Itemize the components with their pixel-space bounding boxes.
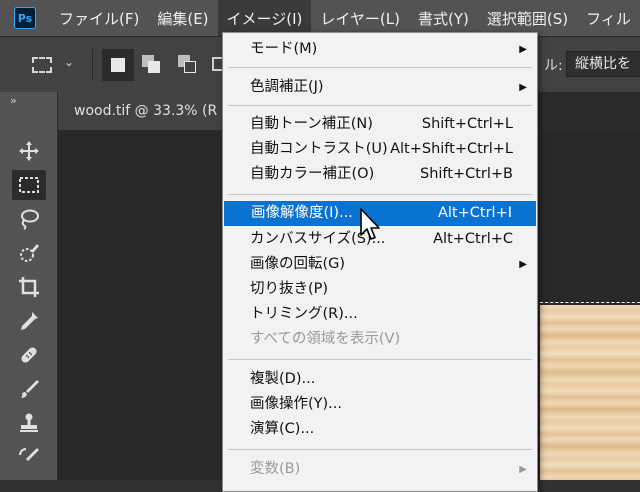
crop-tool-icon[interactable] xyxy=(12,272,46,302)
menu-item-label: 自動トーン補正(N) xyxy=(250,116,373,132)
chevron-down-icon[interactable]: ⌄ xyxy=(64,55,74,69)
menu-item-label: トリミング(R)... xyxy=(250,306,358,322)
brush-tool-icon[interactable] xyxy=(12,374,46,404)
menu-item-auto-color[interactable]: 自動カラー補正(O) Shift+Ctrl+B xyxy=(223,162,537,187)
menu-item-shortcut: Shift+Ctrl+B xyxy=(419,166,513,182)
menu-item-label: 自動カラー補正(O) xyxy=(250,166,375,182)
divider xyxy=(92,49,93,81)
quick-selection-tool-icon[interactable] xyxy=(12,238,46,268)
menu-item-label: 変数(B) xyxy=(250,461,301,477)
menu-item-label: 色調補正(J) xyxy=(250,79,324,95)
menu-separator xyxy=(228,105,532,106)
lasso-tool-icon[interactable] xyxy=(12,204,46,234)
subtract-from-selection-button[interactable] xyxy=(178,55,198,75)
menu-item-trim[interactable]: トリミング(R)... xyxy=(223,302,537,327)
submenu-arrow-icon: ▶ xyxy=(519,82,527,93)
image-menu-dropdown: モード(M) ▶ 色調補正(J) ▶ 自動トーン補正(N) Shift+Ctrl… xyxy=(222,32,538,492)
menu-item-label: 画像の回転(G) xyxy=(250,256,346,272)
menu-item-auto-contrast[interactable]: 自動コントラスト(U) Alt+Shift+Ctrl+L xyxy=(223,137,537,162)
menu-item-label: モード(M) xyxy=(250,41,318,57)
menu-item-label: 切り抜き(P) xyxy=(250,281,329,297)
clone-stamp-tool-icon[interactable] xyxy=(12,408,46,438)
healing-brush-tool-icon[interactable] xyxy=(12,340,46,370)
menu-item-label: 複製(D)... xyxy=(250,371,316,387)
tools-panel: ›› xyxy=(0,92,58,480)
move-tool-icon[interactable] xyxy=(12,136,46,166)
menu-item-label: 演算(C)... xyxy=(250,421,315,437)
menu-item-reveal-all: すべての領域を表示(V) xyxy=(223,327,537,352)
style-select[interactable]: 縦横比を xyxy=(566,51,640,77)
menu-item-crop[interactable]: 切り抜き(P) xyxy=(223,277,537,302)
submenu-arrow-icon: ▶ xyxy=(519,44,527,55)
rectangular-marquee-tool-icon[interactable] xyxy=(12,170,46,200)
menu-separator xyxy=(228,359,532,360)
menu-filter[interactable]: フィル xyxy=(577,0,640,36)
menu-edit[interactable]: 編集(E) xyxy=(148,0,217,36)
menu-item-calculations[interactable]: 演算(C)... xyxy=(223,417,537,442)
wood-image[interactable] xyxy=(540,305,640,480)
style-label: ル: xyxy=(544,58,563,74)
menu-item-label: 自動コントラスト(U) xyxy=(250,141,388,157)
menu-item-duplicate[interactable]: 複製(D)... xyxy=(223,367,537,392)
photoshop-logo[interactable]: Ps xyxy=(14,7,36,29)
menu-item-adjustments[interactable]: 色調補正(J) ▶ xyxy=(223,75,537,100)
menu-type[interactable]: 書式(Y) xyxy=(409,0,478,36)
collapse-panel-icon[interactable]: ›› xyxy=(10,94,17,107)
menu-separator xyxy=(228,67,532,68)
history-brush-tool-icon[interactable] xyxy=(12,442,46,472)
rectangular-marquee-preset-icon[interactable] xyxy=(32,57,52,73)
mouse-cursor-icon xyxy=(360,208,380,240)
add-to-selection-button[interactable] xyxy=(142,55,162,75)
new-selection-button[interactable] xyxy=(102,49,134,81)
menu-image[interactable]: イメージ(I) xyxy=(217,0,312,36)
submenu-arrow-icon: ▶ xyxy=(519,464,527,475)
menu-item-label: すべての領域を表示(V) xyxy=(250,331,401,347)
eyedropper-tool-icon[interactable] xyxy=(12,306,46,336)
menu-item-mode[interactable]: モード(M) ▶ xyxy=(223,37,537,62)
menu-bar: Ps ファイル(F) 編集(E) イメージ(I) レイヤー(L) 書式(Y) 選… xyxy=(0,0,640,36)
menu-layer[interactable]: レイヤー(L) xyxy=(311,0,409,36)
menu-item-auto-tone[interactable]: 自動トーン補正(N) Shift+Ctrl+L xyxy=(223,112,537,137)
menu-item-label: 画像操作(Y)... xyxy=(250,396,342,412)
menu-item-variables: 変数(B) ▶ xyxy=(223,457,537,482)
menu-separator xyxy=(228,194,532,195)
submenu-arrow-icon: ▶ xyxy=(519,259,527,270)
selection-marching-ants xyxy=(540,302,640,303)
menu-item-shortcut: Alt+Ctrl+I xyxy=(437,205,512,221)
menu-item-shortcut: Shift+Ctrl+L xyxy=(421,116,513,132)
menu-item-label: 画像解像度(I)... xyxy=(251,205,353,221)
menu-select[interactable]: 選択範囲(S) xyxy=(478,0,577,36)
menu-item-shortcut: Alt+Ctrl+C xyxy=(433,231,513,247)
menu-item-apply-image[interactable]: 画像操作(Y)... xyxy=(223,392,537,417)
menu-item-shortcut: Alt+Shift+Ctrl+L xyxy=(390,141,513,157)
menu-separator xyxy=(228,449,532,450)
menu-item-image-rotation[interactable]: 画像の回転(G) ▶ xyxy=(223,252,537,277)
menu-file[interactable]: ファイル(F) xyxy=(50,0,148,36)
document-tab[interactable]: wood.tif @ 33.3% (R xyxy=(58,92,244,130)
